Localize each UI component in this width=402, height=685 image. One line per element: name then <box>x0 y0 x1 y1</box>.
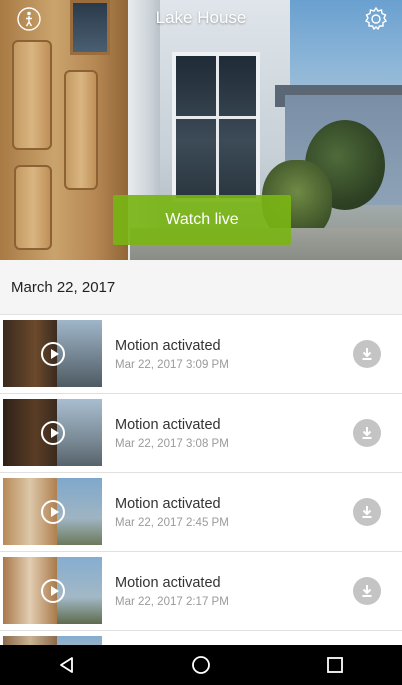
system-nav-bar <box>0 645 402 685</box>
download-icon[interactable] <box>353 577 381 605</box>
event-time: Mar 22, 2017 2:17 PM <box>115 596 229 608</box>
download-icon[interactable] <box>353 340 381 368</box>
list-item[interactable]: Motion activated Mar 22, 2017 2:17 PM <box>0 552 402 631</box>
event-title: Motion activated <box>115 496 221 512</box>
gear-icon[interactable] <box>363 6 389 32</box>
event-list: Motion activated Mar 22, 2017 3:09 PM Mo… <box>0 315 402 651</box>
list-item[interactable]: Motion activated Mar 22, 2017 3:09 PM <box>0 315 402 394</box>
watch-live-button[interactable]: Watch live <box>113 195 291 245</box>
window-image <box>172 52 260 202</box>
event-thumbnail[interactable] <box>3 478 102 545</box>
page-title: Lake House <box>155 8 247 27</box>
download-icon[interactable] <box>353 419 381 447</box>
list-item[interactable]: Motion activated Mar 22, 2017 2:45 PM <box>0 473 402 552</box>
play-icon[interactable] <box>41 342 65 366</box>
event-title: Motion activated <box>115 338 221 354</box>
list-item[interactable]: Motion activated Mar 22, 2017 3:08 PM <box>0 394 402 473</box>
event-thumbnail[interactable] <box>3 557 102 624</box>
date-section-header: March 22, 2017 <box>0 260 402 315</box>
event-thumbnail[interactable] <box>3 399 102 466</box>
back-triangle-icon[interactable] <box>47 645 87 685</box>
event-time: Mar 22, 2017 2:45 PM <box>115 517 229 529</box>
event-title: Motion activated <box>115 575 221 591</box>
live-preview[interactable]: Lake House Watch live <box>0 0 402 260</box>
event-time: Mar 22, 2017 3:08 PM <box>115 438 229 450</box>
play-icon[interactable] <box>41 500 65 524</box>
event-title: Motion activated <box>115 417 221 433</box>
home-circle-icon[interactable] <box>181 645 221 685</box>
event-thumbnail[interactable] <box>3 320 102 387</box>
event-time: Mar 22, 2017 3:09 PM <box>115 359 229 371</box>
play-icon[interactable] <box>41 421 65 445</box>
play-icon[interactable] <box>41 579 65 603</box>
recents-square-icon[interactable] <box>315 645 355 685</box>
download-icon[interactable] <box>353 498 381 526</box>
